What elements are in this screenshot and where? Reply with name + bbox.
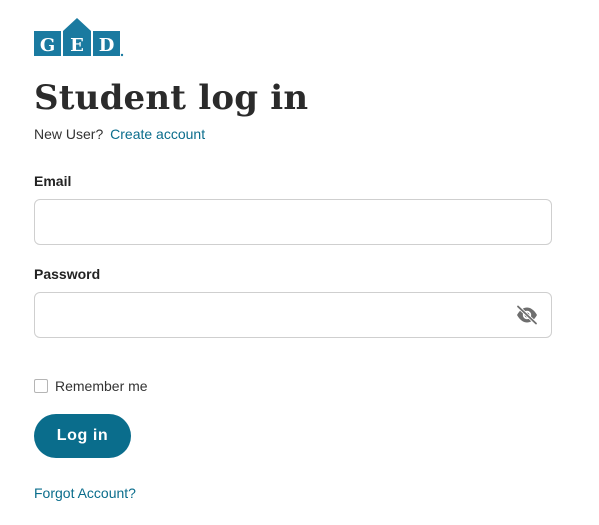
page-title: Student log in (34, 78, 309, 118)
new-user-prompt: New User? (34, 126, 104, 142)
password-visibility-toggle[interactable] (514, 304, 540, 326)
logo-letter-e: E (70, 35, 84, 56)
create-account-link[interactable]: Create account (110, 126, 205, 142)
remember-me-label: Remember me (55, 378, 148, 394)
logo-trademark-dot (120, 53, 124, 57)
forgot-account-link[interactable]: Forgot Account? (34, 484, 136, 502)
logo-letter-d: D (99, 35, 115, 56)
password-field[interactable] (34, 292, 552, 338)
login-button[interactable]: Log in (34, 414, 131, 458)
remember-me-checkbox[interactable] (34, 379, 48, 393)
email-field[interactable] (34, 199, 552, 245)
new-user-row: New User? Create account (34, 125, 205, 143)
remember-me-row: Remember me (34, 377, 148, 395)
email-label: Email (34, 173, 72, 189)
logo-letter-g: G (40, 35, 55, 56)
eye-off-icon (516, 305, 538, 325)
ged-logo: G E D (34, 18, 124, 57)
password-label: Password (34, 266, 101, 282)
